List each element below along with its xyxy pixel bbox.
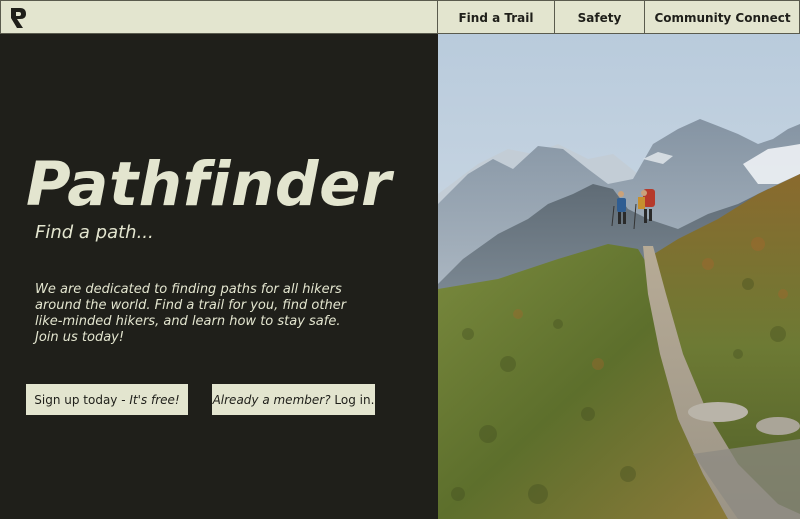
signup-button[interactable]: Sign up today - It's free! (26, 384, 188, 415)
nav-community-connect[interactable]: Community Connect (644, 1, 800, 34)
signup-label: Sign up today - (34, 392, 126, 407)
mountain-trail-illustration (438, 34, 800, 519)
hero-image (438, 34, 800, 519)
top-nav-bar: Find a Trail Safety Community Connect (0, 0, 800, 34)
signup-emphasis: It's free! (129, 392, 180, 407)
login-button[interactable]: Already a member? Log in. (212, 384, 375, 415)
mission-description: We are dedicated to finding paths for al… (35, 282, 347, 345)
intro-panel (0, 34, 437, 519)
brand-title: Pathfinder (26, 149, 392, 220)
pathfinder-logo-icon[interactable] (8, 6, 28, 30)
login-emphasis: Already a member? (212, 392, 331, 407)
tagline: Find a path... (35, 222, 154, 243)
nav-safety[interactable]: Safety (554, 1, 644, 34)
login-label: Log in. (334, 392, 375, 407)
nav-find-a-trail[interactable]: Find a Trail (437, 1, 554, 34)
